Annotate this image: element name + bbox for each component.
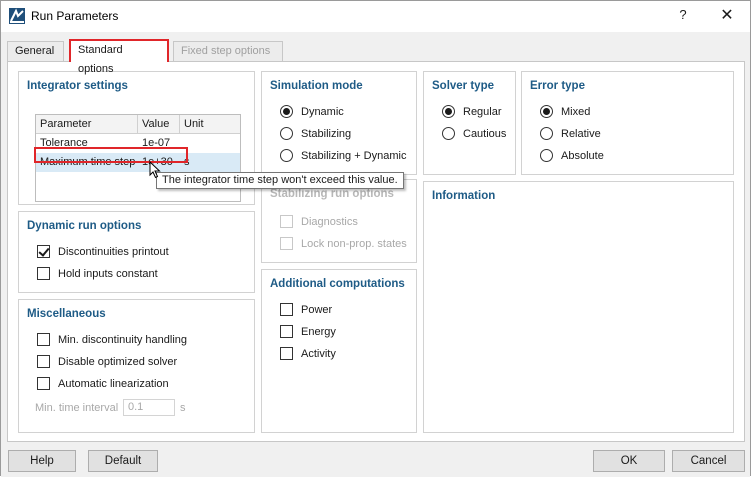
radio-button[interactable] [280,149,293,162]
solver-type-group: Solver type Regular Cautious [423,71,516,175]
checkbox-box[interactable] [37,245,50,258]
checkbox-box[interactable] [37,377,50,390]
group-title: Error type [530,80,585,92]
group-title: Dynamic run options [27,220,142,232]
min-time-interval-label: Min. time interval [35,402,119,414]
checkbox-label: Hold inputs constant [58,268,158,280]
min-time-interval-unit: s [180,402,186,414]
unit-cell: s [184,156,190,168]
group-title: Integrator settings [27,80,128,92]
run-parameters-dialog: Run Parameters ? ✕ General Standard opti… [0,0,751,477]
checkbox-box[interactable] [37,355,50,368]
cancel-button[interactable]: Cancel [672,450,745,472]
column-header-value[interactable]: Value [138,115,180,134]
checkbox-label: Discontinuities printout [58,246,169,258]
checkbox-label: Diagnostics [301,216,358,228]
radio-button[interactable] [442,127,455,140]
stabilizing-run-options-group: Stabilizing run options Diagnostics Lock… [261,179,417,263]
radio-button[interactable] [280,105,293,118]
ok-button[interactable]: OK [593,450,665,472]
checkbox-box[interactable] [37,267,50,280]
tab-standard-options[interactable]: Standard options [69,39,169,75]
checkbox-box[interactable] [37,333,50,346]
checkbox-box[interactable] [280,303,293,316]
parameter-cell: Tolerance [40,137,88,149]
radio-button[interactable] [540,105,553,118]
help-button[interactable]: Help [8,450,76,472]
group-title: Simulation mode [270,80,363,92]
information-group: Information [423,181,734,433]
checkbox-label: Activity [301,348,336,360]
checkbox-box[interactable] [280,325,293,338]
radio-label: Regular [463,106,502,118]
tooltip: The integrator time step won't exceed th… [156,172,404,189]
radio-label: Cautious [463,128,507,140]
checkbox-box [280,215,293,228]
title-bar: Run Parameters ? ✕ [1,1,750,32]
value-cell[interactable]: 1e-07 [138,134,180,153]
checkbox-label: Disable optimized solver [58,356,178,368]
checkbox-label: Power [301,304,333,316]
group-title: Miscellaneous [27,308,106,320]
radio-label: Stabilizing + Dynamic [301,150,407,162]
table-header: Parameter Value Unit [36,115,240,134]
close-icon[interactable]: ✕ [715,5,739,27]
radio-button[interactable] [540,127,553,140]
radio-button[interactable] [280,127,293,140]
radio-label: Relative [561,128,601,140]
radio-button[interactable] [442,105,455,118]
table-row[interactable]: Maximum time step 1e+30 s [36,153,240,172]
group-title: Additional computations [270,278,405,290]
radio-label: Dynamic [301,106,344,118]
table-row[interactable]: Tolerance 1e-07 [36,134,240,153]
radio-label: Stabilizing [301,128,352,140]
group-title: Solver type [432,80,494,92]
checkbox-box[interactable] [280,347,293,360]
checkbox-label: Min. discontinuity handling [58,334,188,346]
dynamic-run-options-group: Dynamic run options Discontinuities prin… [18,211,255,293]
mouse-pointer-icon [149,161,161,179]
checkbox-label: Energy [301,326,336,338]
column-header-unit[interactable]: Unit [180,115,240,134]
simulation-mode-group: Simulation mode Dynamic Stabilizing Stab… [261,71,417,175]
min-time-interval-field: 0.1 [123,399,175,416]
checkbox-box [280,237,293,250]
checkbox-label: Automatic linearization [58,378,169,390]
radio-label: Absolute [561,150,604,162]
app-logo-icon [9,8,25,24]
unit-cell [180,134,240,153]
tab-fixed-step-options: Fixed step options [173,41,283,61]
radio-button[interactable] [540,149,553,162]
error-type-group: Error type Mixed Relative Absolute [521,71,734,175]
checkbox-label: Lock non-prop. states [301,238,407,250]
radio-label: Mixed [561,106,591,118]
window-title: Run Parameters [31,9,119,23]
parameter-cell: Maximum time step [40,156,136,168]
default-button[interactable]: Default [88,450,158,472]
additional-computations-group: Additional computations Power Energy Act… [261,269,417,433]
group-title: Information [432,190,496,202]
tab-general[interactable]: General [7,41,64,61]
column-header-parameter[interactable]: Parameter [36,115,138,134]
group-title: Stabilizing run options [270,188,394,200]
help-icon[interactable]: ? [673,7,693,25]
